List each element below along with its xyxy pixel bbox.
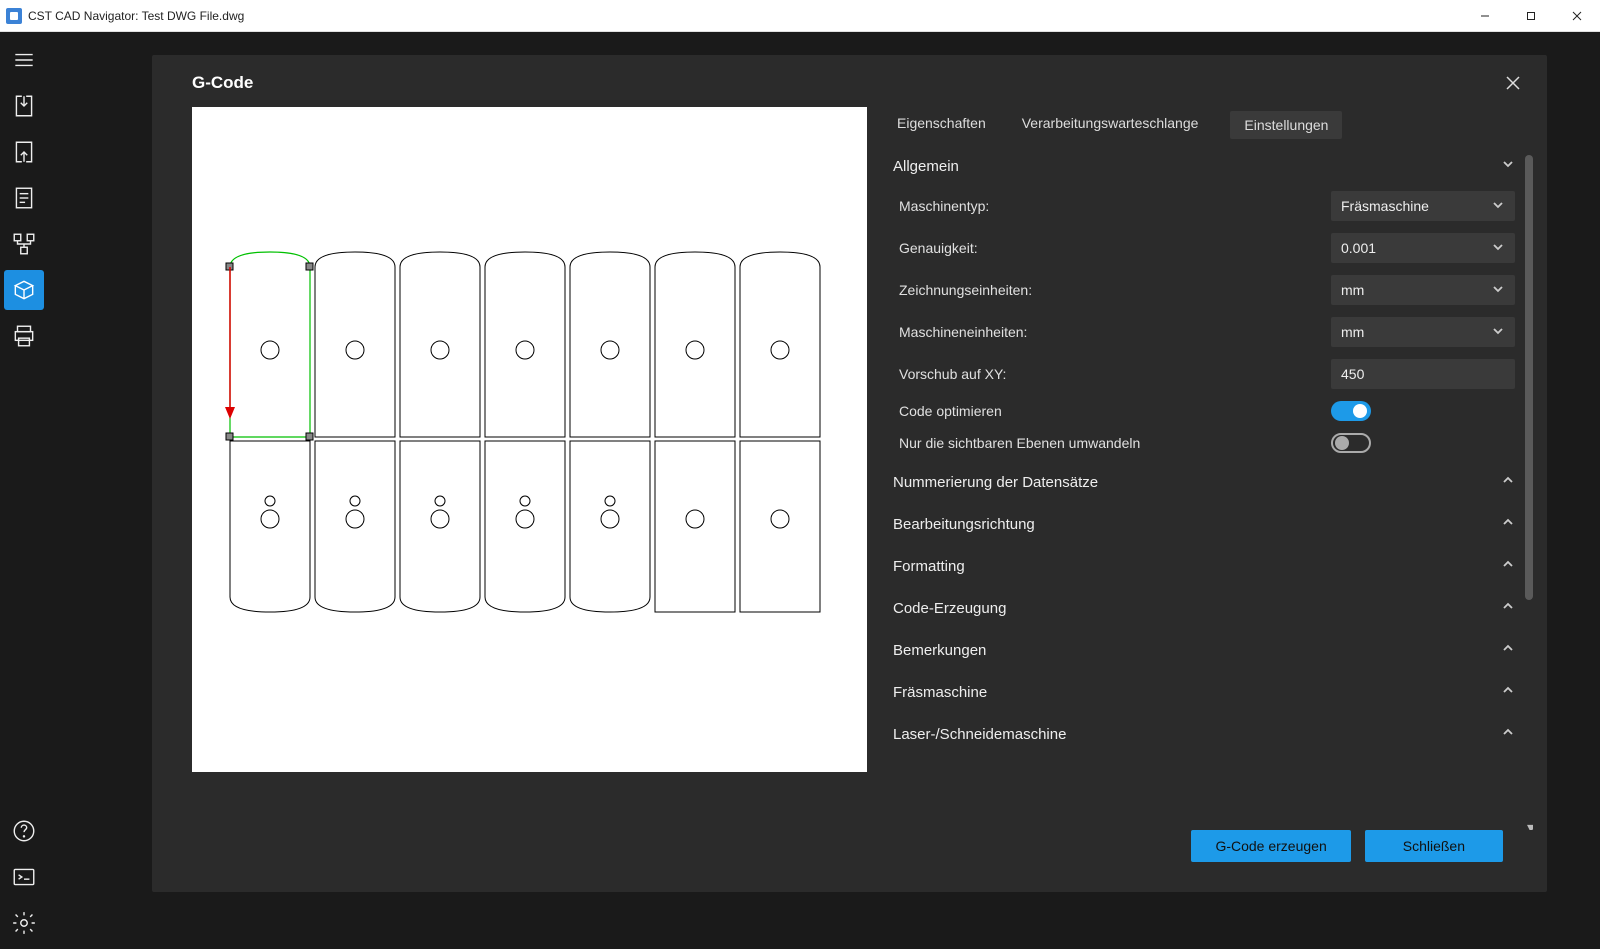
section-general-label: Allgemein bbox=[893, 158, 1501, 175]
app-icon bbox=[6, 8, 22, 24]
scroll-thumb[interactable] bbox=[1525, 155, 1533, 600]
chevron-up-icon bbox=[1501, 599, 1515, 617]
label-feed-xy: Vorschub auf XY: bbox=[893, 366, 1331, 382]
dialog-footer: G-Code erzeugen Schließen bbox=[893, 830, 1533, 880]
label-machine-units: Maschineneinheiten: bbox=[893, 324, 1331, 340]
tab-bar: Eigenschaften Verarbeitungswarteschlange… bbox=[893, 107, 1533, 139]
section-laser[interactable]: Laser-/Schneidemaschine bbox=[893, 711, 1515, 753]
minimize-button[interactable] bbox=[1462, 0, 1508, 32]
print-icon[interactable] bbox=[4, 316, 44, 356]
tab-properties[interactable]: Eigenschaften bbox=[893, 111, 990, 139]
document-icon[interactable] bbox=[4, 178, 44, 218]
gcode-dialog: G-Code bbox=[152, 55, 1547, 892]
section-general[interactable]: Allgemein bbox=[893, 151, 1515, 185]
export-icon[interactable] bbox=[4, 132, 44, 172]
section-codegen[interactable]: Code-Erzeugung bbox=[893, 585, 1515, 627]
label-drawing-units: Zeichnungseinheiten: bbox=[893, 282, 1331, 298]
tab-settings[interactable]: Einstellungen bbox=[1230, 111, 1342, 139]
chevron-up-icon bbox=[1501, 641, 1515, 659]
maximize-button[interactable] bbox=[1508, 0, 1554, 32]
scroll-down-icon[interactable]: ▾ bbox=[1527, 818, 1533, 830]
dialog-title: G-Code bbox=[192, 73, 1501, 93]
chevron-up-icon bbox=[1501, 515, 1515, 533]
titlebar: CST CAD Navigator: Test DWG File.dwg bbox=[0, 0, 1600, 32]
chevron-down-icon bbox=[1491, 198, 1505, 215]
chevron-up-icon bbox=[1501, 557, 1515, 575]
label-optimize: Code optimieren bbox=[893, 403, 1331, 419]
select-precision[interactable]: 0.001 bbox=[1331, 233, 1515, 263]
chevron-down-icon bbox=[1491, 324, 1505, 341]
section-milling[interactable]: Fräsmaschine bbox=[893, 669, 1515, 711]
gcode-icon[interactable] bbox=[4, 270, 44, 310]
select-machine-units[interactable]: mm bbox=[1331, 317, 1515, 347]
tab-queue[interactable]: Verarbeitungswarteschlange bbox=[1018, 111, 1203, 139]
section-numbering[interactable]: Nummerierung der Datensätze bbox=[893, 459, 1515, 501]
label-machine-type: Maschinentyp: bbox=[893, 198, 1331, 214]
close-button[interactable]: Schließen bbox=[1365, 830, 1503, 862]
settings-panel: Eigenschaften Verarbeitungswarteschlange… bbox=[867, 107, 1547, 880]
tree-icon[interactable] bbox=[4, 224, 44, 264]
section-direction[interactable]: Bearbeitungsrichtung bbox=[893, 501, 1515, 543]
toggle-optimize[interactable] bbox=[1331, 401, 1371, 421]
generate-button[interactable]: G-Code erzeugen bbox=[1191, 830, 1350, 862]
chevron-up-icon bbox=[1501, 725, 1515, 743]
label-visible-only: Nur die sichtbaren Ebenen umwandeln bbox=[893, 435, 1331, 451]
drawing-preview[interactable] bbox=[192, 107, 867, 772]
select-drawing-units[interactable]: mm bbox=[1331, 275, 1515, 305]
dialog-close-button[interactable] bbox=[1501, 71, 1525, 95]
input-feed-xy[interactable]: 450 bbox=[1331, 359, 1515, 389]
select-machine-type[interactable]: Fräsmaschine bbox=[1331, 191, 1515, 221]
settings-scroll: Allgemein Maschinentyp: Fräsmaschine bbox=[893, 151, 1533, 830]
main-stage: G-Code bbox=[48, 32, 1600, 949]
chevron-up-icon bbox=[1501, 683, 1515, 701]
chevron-down-icon bbox=[1501, 157, 1515, 175]
settings-icon[interactable] bbox=[4, 903, 44, 943]
label-precision: Genauigkeit: bbox=[893, 240, 1331, 256]
toggle-visible-only[interactable] bbox=[1331, 433, 1371, 453]
help-icon[interactable] bbox=[4, 811, 44, 851]
app-body: G-Code bbox=[0, 32, 1600, 949]
side-rail bbox=[0, 32, 48, 949]
close-window-button[interactable] bbox=[1554, 0, 1600, 32]
chevron-down-icon bbox=[1491, 282, 1505, 299]
window-title: CST CAD Navigator: Test DWG File.dwg bbox=[28, 9, 1462, 23]
import-icon[interactable] bbox=[4, 86, 44, 126]
hamburger-icon[interactable] bbox=[4, 40, 44, 80]
console-icon[interactable] bbox=[4, 857, 44, 897]
section-remarks[interactable]: Bemerkungen bbox=[893, 627, 1515, 669]
chevron-down-icon bbox=[1491, 240, 1505, 257]
section-formatting[interactable]: Formatting bbox=[893, 543, 1515, 585]
chevron-up-icon bbox=[1501, 473, 1515, 491]
scrollbar[interactable]: ▾ bbox=[1525, 151, 1533, 830]
